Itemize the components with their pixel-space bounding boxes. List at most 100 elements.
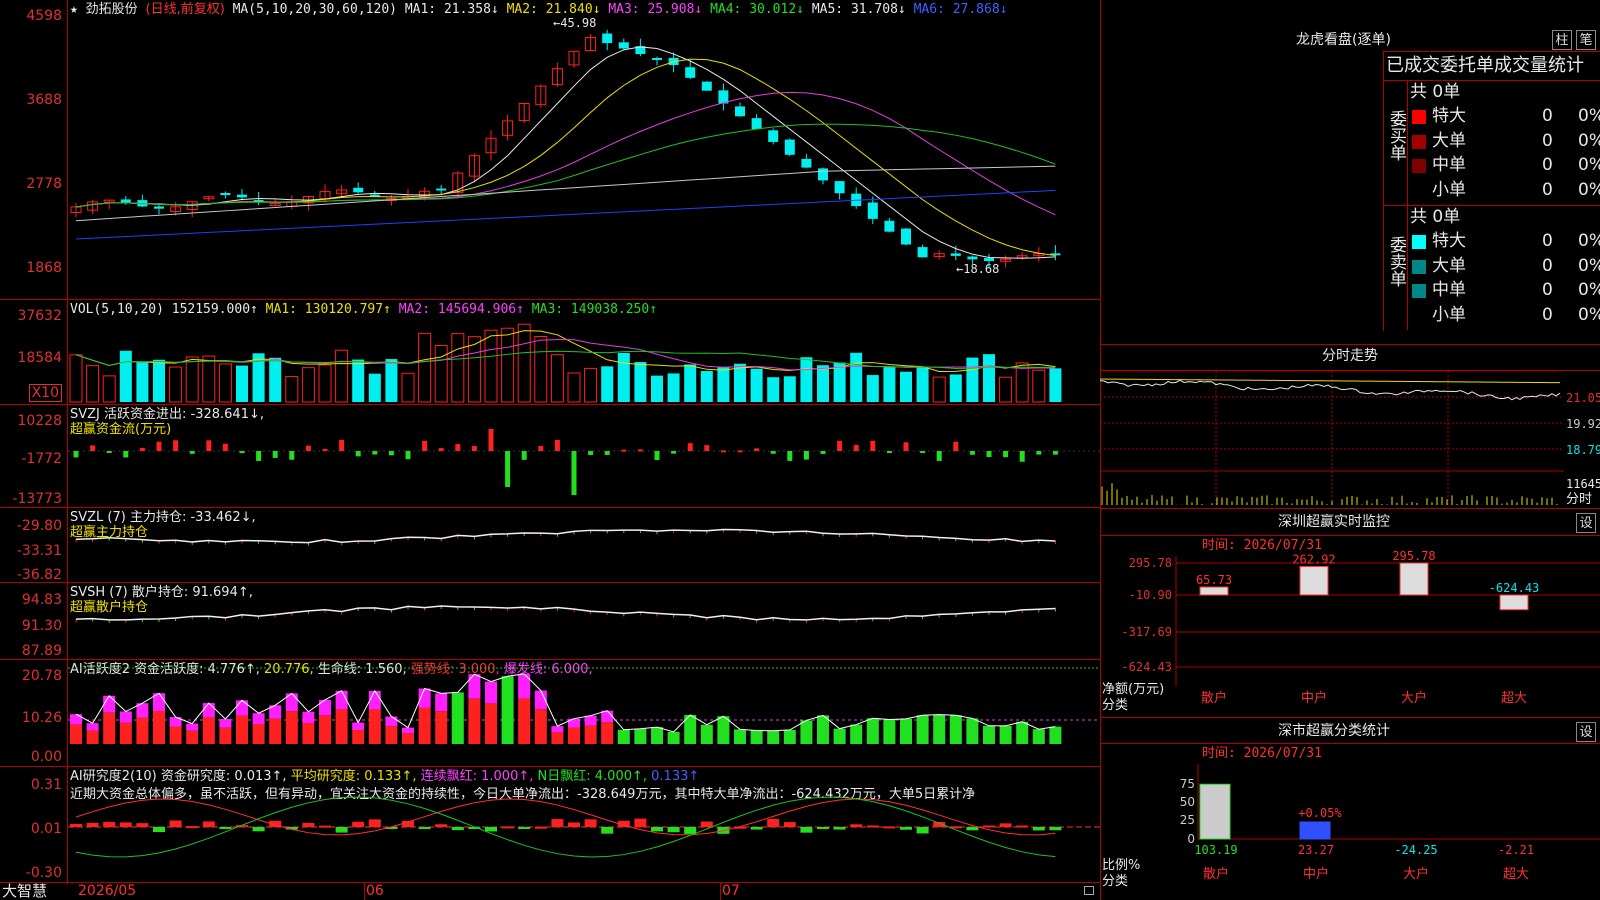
activity-bar xyxy=(949,715,962,744)
ma-params: MA(5,10,20,30,60,120) xyxy=(232,2,397,17)
volume-bar xyxy=(567,372,581,403)
tick-view-button[interactable]: 笔 xyxy=(1576,30,1596,50)
svsh-chart[interactable] xyxy=(68,583,1100,659)
activity-bar xyxy=(900,718,912,744)
flow-bar xyxy=(986,451,992,458)
research-bar xyxy=(119,822,132,827)
candle-body xyxy=(867,202,878,219)
flow-bar xyxy=(239,451,245,454)
candle-body xyxy=(353,187,364,193)
volume-bar xyxy=(269,357,282,402)
flow-bar xyxy=(106,451,112,453)
column-view-button[interactable]: 柱 xyxy=(1552,30,1572,50)
flow-bar xyxy=(737,450,743,453)
fl-settings-button[interactable]: 设 xyxy=(1576,722,1596,742)
flow-bar xyxy=(189,451,195,454)
fl-bar-label: -24.25 xyxy=(1394,843,1437,857)
flow-bar xyxy=(853,444,859,451)
ai1-axis-tick: 10.26 xyxy=(21,710,62,726)
activity-bar xyxy=(352,730,365,744)
flow-bar xyxy=(720,450,726,453)
activity-bar xyxy=(402,733,414,744)
sz-bar xyxy=(1499,594,1529,611)
holding-line xyxy=(75,605,1056,621)
vol-ma1: MA1: 130120.797↑ xyxy=(265,302,391,317)
buy-total: 共 0单 xyxy=(1410,82,1461,102)
candle-body xyxy=(120,199,131,203)
activity-bar xyxy=(734,729,746,744)
volume-bar xyxy=(418,332,432,403)
order-type-label: 中单 xyxy=(1432,155,1466,175)
volume-bar xyxy=(783,376,796,402)
star-icon[interactable]: ★ xyxy=(70,2,78,17)
fl-bar-chart[interactable]: 7550250103.19散户23.27中户-24.25大户-2.21超大+0.… xyxy=(1100,744,1600,900)
fl-category-label: 中户 xyxy=(1303,866,1329,882)
volume-bar xyxy=(817,365,829,402)
research-bar xyxy=(335,827,348,833)
research-bar xyxy=(866,825,879,828)
volume-bar xyxy=(734,363,746,402)
flow-bar xyxy=(837,440,843,451)
activity-bar xyxy=(202,717,215,744)
ai1-axis: 20.78 10.26 0.00 xyxy=(0,660,66,766)
flow-bar xyxy=(1019,451,1025,462)
research-bar xyxy=(584,819,597,827)
volume-bar xyxy=(800,357,813,402)
flow-bar xyxy=(1036,451,1042,455)
candle-body xyxy=(768,130,779,142)
research-bar xyxy=(700,821,713,827)
lock-icon[interactable] xyxy=(1084,886,1094,895)
svzj-axis: 10228 -1772 -13773 xyxy=(0,405,66,507)
activity-bar xyxy=(617,729,630,744)
activity-bar xyxy=(186,723,199,731)
flow-bar xyxy=(372,451,378,455)
sz-settings-button[interactable]: 设 xyxy=(1576,513,1596,533)
research-bar xyxy=(817,827,829,830)
ma2-value: MA2: 21.840↓ xyxy=(506,2,601,17)
sz-bar-chart[interactable]: 295.78 -10.90 -317.69 -624.43 65.73 散户 262.92 中… xyxy=(1100,536,1600,716)
volume-bar xyxy=(318,364,332,403)
vol-ma-line xyxy=(75,339,1056,371)
activity-bar xyxy=(817,715,829,744)
svzj-chart[interactable] xyxy=(68,405,1100,507)
intraday-chart[interactable] xyxy=(1099,370,1564,506)
activity-bar xyxy=(153,711,165,744)
volume-chart[interactable] xyxy=(68,318,1100,404)
flow-bar xyxy=(173,440,179,451)
research-bar xyxy=(684,827,697,834)
research-bar xyxy=(916,827,929,834)
ai2-chart[interactable] xyxy=(68,767,1100,882)
intraday-axis-tick: 18.79 xyxy=(1566,443,1600,457)
price-chart[interactable] xyxy=(68,20,1100,298)
flow-bar xyxy=(305,445,311,451)
flow-bar xyxy=(936,451,942,461)
activity-bar xyxy=(634,728,647,744)
activity-bar xyxy=(485,681,497,704)
fl-unit1: 比例% xyxy=(1102,858,1141,873)
activity-bar xyxy=(1032,729,1045,744)
activity-bar xyxy=(850,724,863,744)
activity-bar xyxy=(767,730,780,744)
activity-bar xyxy=(269,718,282,744)
intraday-unit: 分时 xyxy=(1566,492,1593,507)
ai1-chart[interactable] xyxy=(68,660,1100,766)
volume-bar xyxy=(684,364,697,402)
volume-bar xyxy=(236,365,248,402)
svzl-chart[interactable] xyxy=(68,508,1100,582)
research-bar xyxy=(1032,827,1045,831)
order-percent: 0% xyxy=(1578,179,1600,200)
activity-bar xyxy=(86,723,99,731)
app-logo[interactable]: 大智慧 xyxy=(2,884,47,899)
buy-orders-text: 委买单 xyxy=(1386,110,1406,161)
flow-bar xyxy=(256,451,262,461)
sz-category-label: 超大 xyxy=(1501,691,1527,706)
period-label[interactable]: (日线,前复权) xyxy=(146,2,225,17)
activity-bar xyxy=(368,690,381,710)
ma5-value: MA5: 31.708↓ xyxy=(811,2,906,17)
research-bar xyxy=(518,827,531,829)
activity-bar xyxy=(70,724,82,744)
volume-bar xyxy=(550,354,564,403)
flow-bar xyxy=(554,439,560,451)
candle-body xyxy=(685,67,696,78)
sz-bar xyxy=(1299,565,1329,596)
